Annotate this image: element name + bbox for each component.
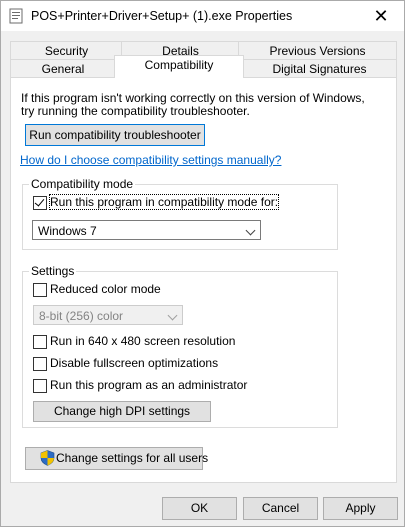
settings-group-label: Settings bbox=[29, 264, 77, 278]
intro-line-2: try running the compatibility troublesho… bbox=[21, 104, 250, 118]
chevron-down-icon bbox=[167, 310, 178, 321]
file-properties-icon bbox=[9, 8, 23, 24]
tab-security-label: Security bbox=[44, 44, 89, 58]
reduced-color-checkbox[interactable] bbox=[33, 283, 47, 297]
admin-label[interactable]: Run this program as an administrator bbox=[50, 378, 247, 392]
change-all-users-button[interactable]: Change settings for all users bbox=[25, 447, 208, 470]
fullscreen-opt-checkbox[interactable] bbox=[33, 357, 47, 371]
compat-mode-label[interactable]: Run this program in compatibility mode f… bbox=[48, 194, 280, 210]
chevron-down-icon bbox=[245, 225, 256, 236]
apply-label: Apply bbox=[345, 501, 376, 515]
title-bar: POS+Printer+Driver+Setup+ (1).exe Proper… bbox=[1, 1, 404, 31]
compat-mode-checkbox[interactable] bbox=[33, 196, 47, 210]
os-select-value: Windows 7 bbox=[38, 224, 97, 238]
run-troubleshooter-label: Run compatibility troubleshooter bbox=[29, 128, 201, 142]
properties-window: POS+Printer+Driver+Setup+ (1).exe Proper… bbox=[0, 0, 405, 527]
run-troubleshooter-button[interactable]: Run compatibility troubleshooter bbox=[25, 124, 205, 146]
color-depth-value: 8-bit (256) color bbox=[39, 309, 124, 323]
change-dpi-label: Change high DPI settings bbox=[53, 404, 191, 418]
uac-shield-icon bbox=[40, 450, 55, 466]
settings-group: Settings Reduced color mode 8-bit (256) … bbox=[22, 264, 338, 428]
reduced-color-label[interactable]: Reduced color mode bbox=[50, 282, 161, 296]
cancel-button[interactable]: Cancel bbox=[243, 497, 318, 520]
close-button[interactable]: ✕ bbox=[358, 1, 404, 31]
compatibility-panel: If this program isn't working correctly … bbox=[10, 77, 397, 483]
tab-general[interactable]: General bbox=[10, 59, 116, 78]
os-select[interactable]: Windows 7 bbox=[32, 220, 261, 240]
tab-previous-versions-label: Previous Versions bbox=[269, 44, 366, 58]
tab-compatibility-label: Compatibility bbox=[144, 58, 214, 72]
color-depth-select[interactable]: 8-bit (256) color bbox=[33, 305, 183, 325]
tab-digital-signatures[interactable]: Digital Signatures bbox=[242, 59, 397, 78]
ok-button[interactable]: OK bbox=[162, 497, 237, 520]
ok-label: OK bbox=[190, 501, 209, 515]
tab-general-label: General bbox=[41, 62, 85, 76]
apply-button[interactable]: Apply bbox=[323, 497, 398, 520]
compatibility-mode-group-label: Compatibility mode bbox=[29, 177, 136, 191]
tab-security[interactable]: Security bbox=[10, 41, 123, 60]
tab-previous-versions[interactable]: Previous Versions bbox=[238, 41, 397, 60]
cancel-label: Cancel bbox=[261, 501, 300, 515]
close-icon: ✕ bbox=[373, 6, 389, 26]
compatibility-mode-group: Compatibility mode Run this program in c… bbox=[22, 177, 338, 250]
intro-line-1: If this program isn't working correctly … bbox=[21, 91, 365, 105]
change-dpi-button[interactable]: Change high DPI settings bbox=[33, 401, 211, 422]
tab-compatibility[interactable]: Compatibility bbox=[114, 55, 244, 78]
res-640-label[interactable]: Run in 640 x 480 screen resolution bbox=[50, 334, 235, 348]
fullscreen-opt-label[interactable]: Disable fullscreen optimizations bbox=[50, 356, 218, 370]
change-all-users-label: Change settings for all users bbox=[56, 451, 209, 465]
admin-checkbox[interactable] bbox=[33, 379, 47, 393]
window-title: POS+Printer+Driver+Setup+ (1).exe Proper… bbox=[31, 9, 293, 23]
res-640-checkbox[interactable] bbox=[33, 335, 47, 349]
tab-digital-signatures-label: Digital Signatures bbox=[272, 62, 367, 76]
manual-settings-link[interactable]: How do I choose compatibility settings m… bbox=[20, 153, 281, 167]
